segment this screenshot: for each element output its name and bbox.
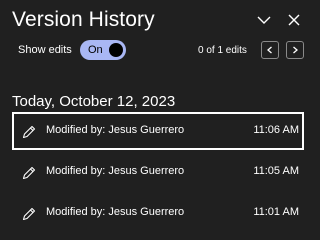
entry-author: Modified by: Jesus Guerrero (46, 124, 185, 136)
pane-title: Version History (12, 8, 155, 31)
version-history-pane: Version History Show edits On 0 of 1 edi… (0, 0, 316, 233)
version-entry[interactable]: Modified by: Jesus Guerrero 11:06 AM (12, 112, 304, 150)
collapse-pane-button[interactable] (254, 10, 274, 30)
pencil-icon (22, 207, 36, 221)
edits-count: 0 of 1 edits (198, 45, 247, 56)
date-group-heading: Today, October 12, 2023 (12, 93, 176, 110)
show-edits-label: Show edits (18, 44, 72, 56)
show-edits-toggle[interactable]: On (80, 40, 126, 60)
entry-time: 11:01 AM (253, 206, 299, 218)
entry-time: 11:06 AM (253, 124, 299, 136)
pencil-icon (22, 166, 36, 180)
close-icon (288, 14, 300, 26)
previous-edit-button[interactable] (261, 41, 279, 59)
entry-author: Modified by: Jesus Guerrero (46, 165, 185, 177)
version-entry[interactable]: Modified by: Jesus Guerrero 11:05 AM (12, 153, 304, 191)
entry-author: Modified by: Jesus Guerrero (46, 206, 185, 218)
pencil-icon (22, 125, 36, 139)
next-edit-button[interactable] (286, 41, 304, 59)
toggle-state-label: On (88, 44, 103, 56)
entry-time: 11:05 AM (253, 165, 299, 177)
version-entry[interactable]: Modified by: Jesus Guerrero 11:01 AM (12, 194, 304, 232)
toggle-knob (109, 43, 123, 57)
chevron-down-icon (257, 16, 271, 24)
chevron-left-icon (267, 46, 272, 54)
chevron-right-icon (293, 46, 298, 54)
close-pane-button[interactable] (284, 10, 304, 30)
